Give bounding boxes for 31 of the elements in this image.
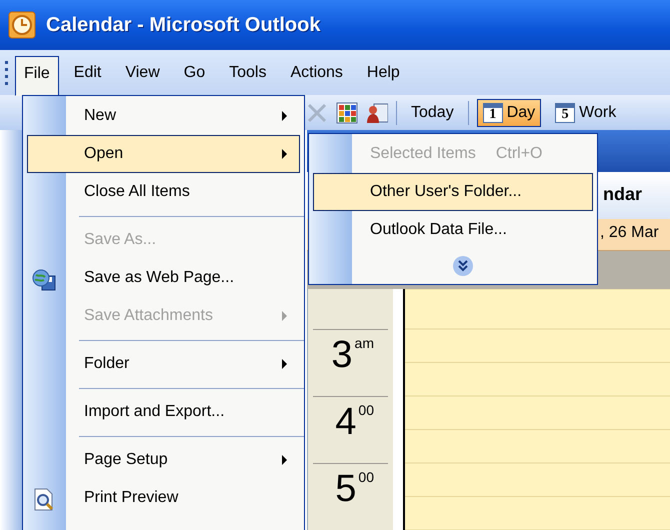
menu-item[interactable]: Import and Export... (27, 393, 300, 431)
toolbar-button[interactable]: Today (405, 100, 460, 126)
menu-item[interactable]: New (27, 97, 300, 135)
date-header: , 26 Mar (600, 224, 659, 241)
menu-bar-item[interactable]: Tools (220, 54, 276, 90)
print-preview-icon (32, 488, 56, 512)
menu-item[interactable]: Print Preview (27, 479, 300, 517)
menu-item[interactable]: Outlook Data File... (313, 211, 593, 249)
menu-item[interactable]: Close All Items (27, 173, 300, 211)
menu-item[interactable]: Folder (27, 345, 300, 383)
calendar-title: ndar (603, 184, 642, 204)
toolbar-button[interactable]: 5 Work (549, 98, 622, 126)
toolbar-button[interactable]: 1 Day (476, 98, 542, 126)
toolbar-grip-icon (4, 58, 9, 86)
window-title: Calendar - Microsoft Outlook (46, 14, 320, 36)
menu-bar-item[interactable]: File (15, 56, 59, 96)
expand-menu-icon[interactable] (452, 255, 474, 277)
clock-icon (8, 11, 36, 39)
menu-item[interactable]: Other User's Folder... (313, 173, 593, 211)
menu-bar-item[interactable]: Help (358, 54, 409, 90)
color-grid-icon (336, 102, 358, 124)
menu-bar-item[interactable]: Go (174, 54, 214, 90)
menu-bar-item[interactable]: Actions (281, 54, 352, 90)
menu-item[interactable]: Page Setup (27, 441, 300, 479)
globe-disk-icon (32, 268, 56, 292)
people-icon (366, 102, 388, 124)
menu-item[interactable]: Open (27, 135, 300, 173)
menu-bar-item[interactable]: Edit (64, 54, 110, 90)
menu-bar-item[interactable]: View (116, 54, 169, 90)
delete-icon (306, 102, 328, 124)
menu-item[interactable]: Save as Web Page... (27, 259, 300, 297)
